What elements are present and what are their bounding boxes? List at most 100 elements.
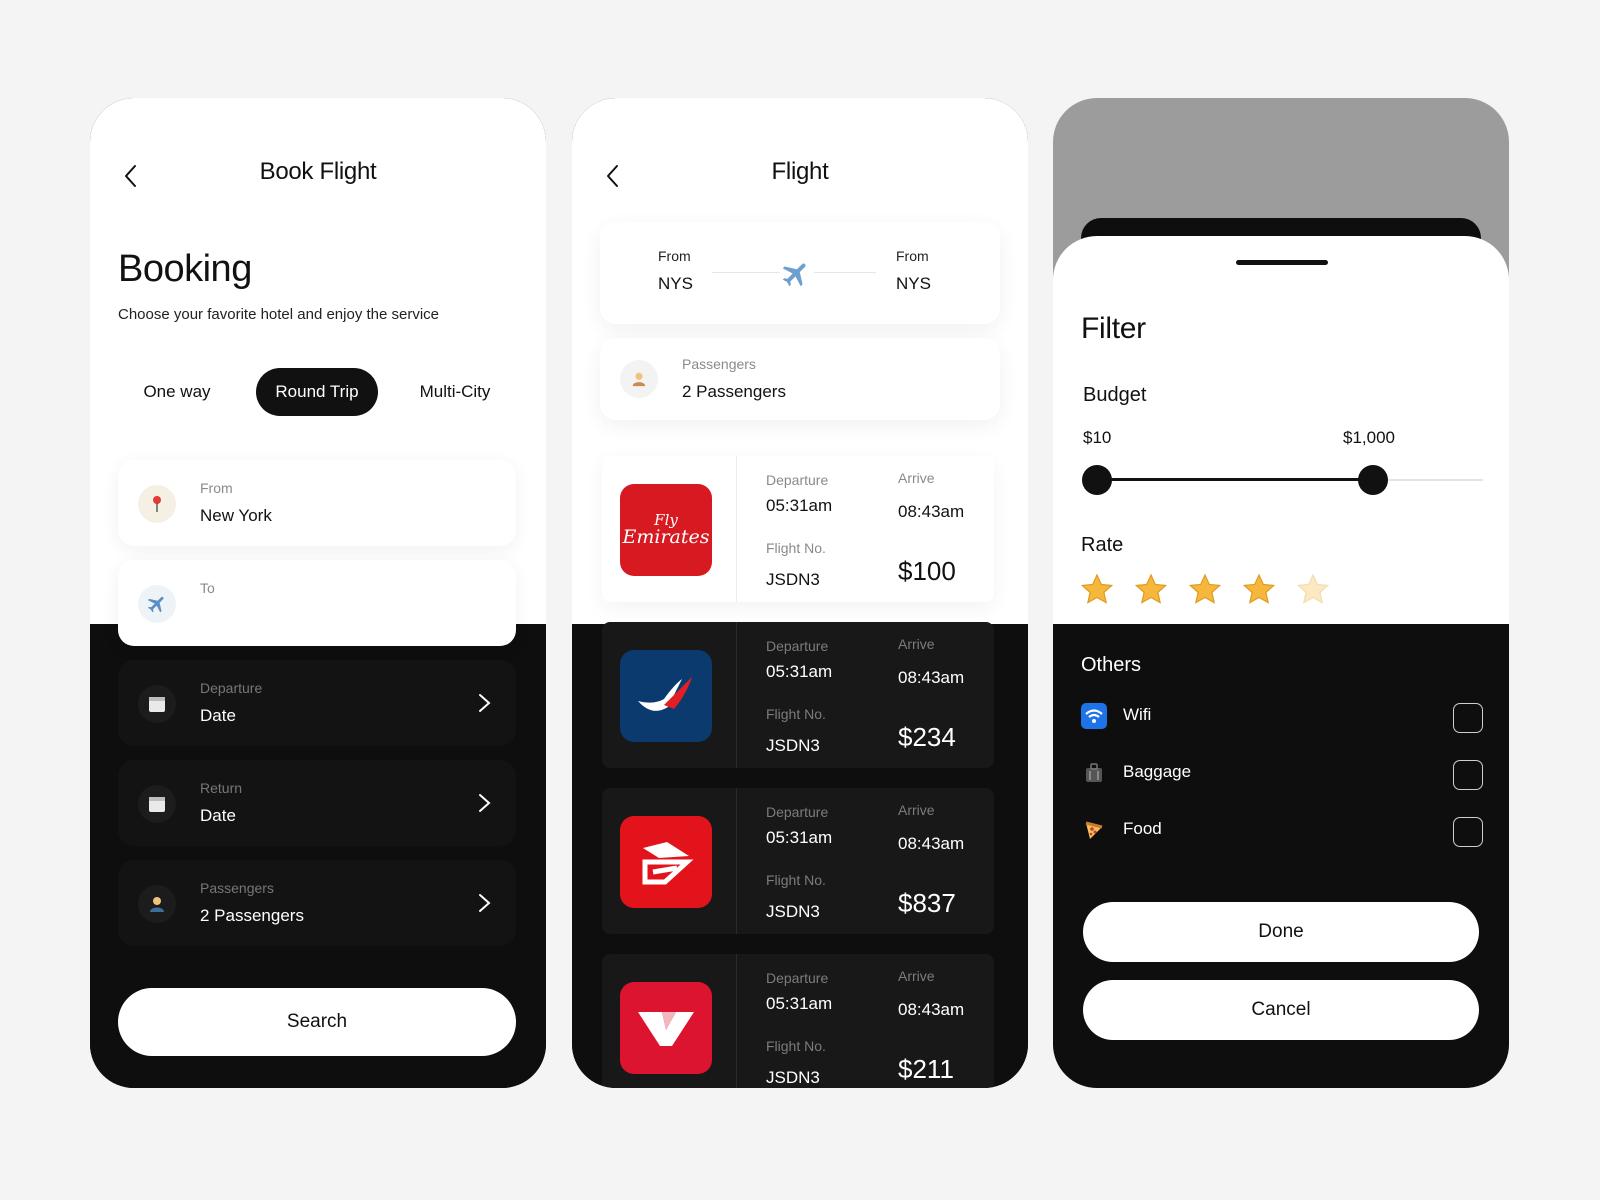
departure-field[interactable]: Departure Date (118, 660, 516, 746)
food-label: Food (1123, 819, 1162, 838)
calendar-icon (138, 685, 176, 723)
flight-card[interactable]: Departure 05:31am Arrive 08:43am Flight … (602, 954, 994, 1088)
star-icon[interactable] (1133, 572, 1169, 608)
star-icon[interactable] (1295, 572, 1331, 608)
origin-code: NYS (658, 274, 693, 293)
emirates-logo: Fly Emirates (620, 484, 712, 576)
airline-logo (620, 982, 712, 1074)
logo-text-2: Emirates (622, 526, 710, 548)
airline-logo (620, 816, 712, 908)
flight-no-label: Flight No. (766, 1038, 826, 1054)
from-value: New York (200, 506, 272, 525)
passengers-card[interactable]: Passengers 2 Passengers (600, 338, 1000, 420)
flight-no: JSDN3 (766, 1068, 820, 1087)
route-line-left (712, 272, 780, 273)
drag-handle[interactable] (1236, 260, 1328, 265)
departure-label: Departure (766, 804, 829, 820)
return-label: Return (200, 780, 243, 796)
slider-range (1097, 478, 1373, 481)
price: $837 (898, 888, 956, 918)
star-icon[interactable] (1079, 572, 1115, 608)
departure-time: 05:31am (766, 828, 833, 847)
arrive-label: Arrive (898, 470, 935, 486)
filter-screen: Filter Budget $10 $1,000 Rate Others Wif… (1053, 98, 1509, 1088)
departure-label: Departure (200, 680, 263, 696)
rate-label: Rate (1081, 534, 1124, 556)
departure-time: 05:31am (766, 994, 833, 1013)
passengers-field[interactable]: Passengers 2 Passengers (118, 860, 516, 946)
departure-label: Departure (766, 638, 829, 654)
wifi-icon (1081, 703, 1107, 729)
tab-one-way[interactable]: One way (116, 368, 238, 416)
search-button[interactable]: Search (118, 988, 516, 1056)
departure-time: 05:31am (766, 496, 833, 515)
arrive-label: Arrive (898, 968, 935, 984)
person-icon (620, 360, 658, 398)
star-icon[interactable] (1241, 572, 1277, 608)
flight-list-screen: Flight From NYS From NYS Passengers 2 Pa… (572, 98, 1028, 1088)
baggage-checkbox[interactable] (1453, 760, 1483, 790)
food-checkbox[interactable] (1453, 817, 1483, 847)
flight-card[interactable]: Fly Emirates Departure 05:31am Arrive 08… (602, 456, 994, 602)
cancel-button[interactable]: Cancel (1083, 980, 1479, 1040)
departure-label: Departure (766, 970, 829, 986)
header-title: Book Flight (259, 158, 377, 185)
star-icon[interactable] (1187, 572, 1223, 608)
slider-handle-min[interactable] (1082, 465, 1112, 495)
wifi-checkbox[interactable] (1453, 703, 1483, 733)
flight-no-label: Flight No. (766, 706, 826, 722)
tab-multi-city[interactable]: Multi-City (394, 368, 516, 416)
booking-screen: Book Flight Booking Choose your favorite… (90, 98, 546, 1088)
chevron-right-icon[interactable] (474, 792, 494, 814)
arrive-label: Arrive (898, 636, 935, 652)
flight-card[interactable]: Departure 05:31am Arrive 08:43am Flight … (602, 622, 994, 768)
from-field[interactable]: From New York (118, 460, 516, 546)
divider (736, 788, 737, 934)
calendar-icon (138, 785, 176, 823)
others-label: Others (1081, 654, 1142, 676)
rating-stars[interactable] (1079, 572, 1331, 610)
divider (736, 954, 737, 1088)
sheet-light-area (1053, 236, 1509, 624)
baggage-icon (1081, 760, 1107, 786)
page-title: Booking (118, 248, 252, 290)
price: $100 (898, 556, 956, 586)
divider (736, 622, 737, 768)
budget-max: $1,000 (1343, 428, 1395, 447)
arrive-time: 08:43am (898, 1000, 965, 1019)
flight-no: JSDN3 (766, 736, 820, 755)
arrive-time: 08:43am (898, 502, 965, 521)
airplane-icon (780, 258, 812, 290)
tab-round-trip[interactable]: Round Trip (256, 368, 378, 416)
pin-icon (138, 485, 176, 523)
arrive-time: 08:43am (898, 668, 965, 687)
header-title: Flight (771, 158, 829, 185)
wifi-label: Wifi (1123, 705, 1152, 724)
destination-code: NYS (896, 274, 931, 293)
filter-sheet: Filter Budget $10 $1,000 Rate Others Wif… (1053, 236, 1509, 1088)
return-field[interactable]: Return Date (118, 760, 516, 846)
flight-no: JSDN3 (766, 902, 820, 921)
arrive-time: 08:43am (898, 834, 965, 853)
price: $234 (898, 722, 956, 752)
airplane-icon (138, 585, 176, 623)
from-label: From (200, 480, 233, 496)
flight-no: JSDN3 (766, 570, 820, 589)
done-button[interactable]: Done (1083, 902, 1479, 962)
passengers-label: Passengers (200, 880, 274, 896)
slider-handle-max[interactable] (1358, 465, 1388, 495)
passengers-label: Passengers (682, 356, 756, 372)
to-label: To (200, 580, 215, 596)
flight-card[interactable]: Departure 05:31am Arrive 08:43am Flight … (602, 788, 994, 934)
flight-no-label: Flight No. (766, 540, 826, 556)
chevron-right-icon[interactable] (474, 692, 494, 714)
person-icon (138, 885, 176, 923)
price: $211 (898, 1054, 954, 1084)
departure-value: Date (200, 706, 236, 725)
to-field[interactable]: To (118, 560, 516, 646)
route-card[interactable]: From NYS From NYS (600, 222, 1000, 324)
pizza-icon (1081, 817, 1107, 843)
passengers-value: 2 Passengers (200, 906, 304, 925)
chevron-right-icon[interactable] (474, 892, 494, 914)
filter-title: Filter (1081, 312, 1146, 345)
